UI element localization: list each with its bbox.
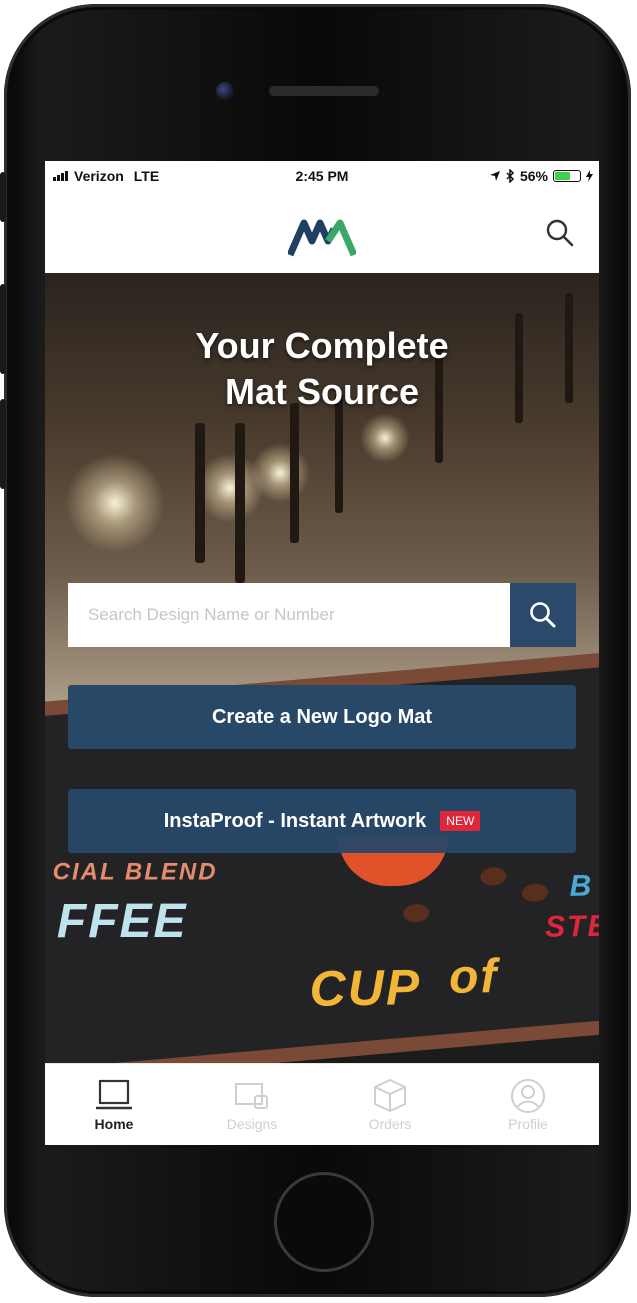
hero-banner: CIAL BLEND FFEE CUP of STE B Your Comple… [45, 273, 599, 1063]
mat-art-bean [479, 866, 508, 887]
tab-designs-label: Designs [226, 1116, 278, 1132]
tab-orders-label: Orders [368, 1116, 412, 1132]
home-button[interactable] [274, 1172, 374, 1272]
status-bar: Verizon LTE 2:45 PM 56% [45, 161, 599, 191]
charging-icon [586, 170, 593, 182]
tab-orders[interactable]: Orders [321, 1064, 459, 1145]
design-search [68, 583, 576, 647]
search-icon [530, 602, 556, 628]
new-badge: NEW [440, 811, 481, 831]
create-logo-mat-button[interactable]: Create a New Logo Mat [68, 685, 576, 749]
mute-switch [0, 172, 6, 222]
battery-icon [553, 170, 581, 182]
create-logo-mat-label: Create a New Logo Mat [211, 705, 433, 728]
tab-designs[interactable]: Designs [183, 1064, 321, 1145]
hero-title-line1: Your Complete [195, 325, 449, 366]
location-arrow-icon [489, 171, 500, 181]
light-glow [65, 453, 165, 553]
chair-silhouette [290, 403, 299, 543]
mat-art-text: FFEE [56, 894, 188, 948]
volume-down-button [0, 399, 6, 489]
company-logo[interactable] [288, 217, 356, 257]
light-glow [360, 413, 410, 463]
tab-profile[interactable]: Profile [459, 1064, 597, 1145]
bluetooth-icon [506, 169, 515, 183]
mat-art-bean [402, 903, 431, 924]
instaproof-button[interactable]: InstaProof - Instant Artwork NEW [68, 789, 576, 853]
tab-home[interactable]: Home [45, 1064, 183, 1145]
instaproof-label: InstaProof - Instant Artwork [163, 809, 427, 832]
box-icon [374, 1078, 406, 1113]
front-camera [216, 82, 234, 100]
tab-bar: Home Designs Orders Profile [45, 1063, 599, 1145]
mat-art-bean [521, 882, 549, 903]
chair-silhouette [195, 423, 205, 563]
volume-up-button [0, 284, 6, 374]
laptop-icon [96, 1079, 132, 1110]
mat-art-text: of [448, 950, 499, 1004]
search-button[interactable] [510, 583, 576, 647]
mat-art-text: CUP [309, 958, 422, 1017]
light-glow [250, 443, 310, 503]
chair-silhouette [235, 423, 245, 583]
battery-percent: 56% [519, 168, 548, 184]
mat-art-text: B [569, 869, 594, 903]
search-icon[interactable] [545, 218, 575, 248]
hero-title: Your Complete Mat Source [45, 323, 599, 415]
earpiece-speaker [269, 86, 379, 96]
mat-art-text: STE [544, 909, 599, 944]
hero-title-line2: Mat Source [224, 371, 420, 412]
app-header [45, 191, 599, 274]
tab-profile-label: Profile [508, 1116, 548, 1132]
mat-art-text: CIAL BLEND [52, 858, 218, 886]
designs-icon [235, 1083, 268, 1109]
search-input[interactable] [68, 583, 510, 647]
user-icon [511, 1079, 545, 1113]
tab-home-label: Home [94, 1116, 134, 1132]
app-screen: Verizon LTE 2:45 PM 56% CIAL BLEND FFEE … [45, 161, 599, 1145]
